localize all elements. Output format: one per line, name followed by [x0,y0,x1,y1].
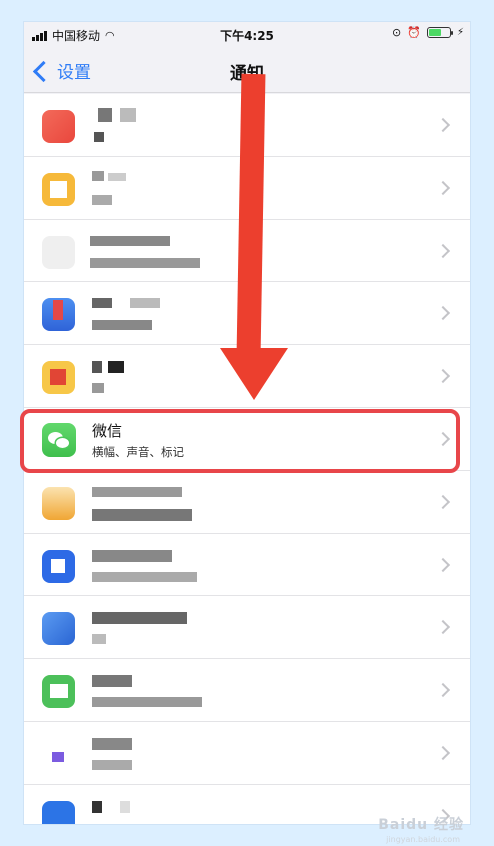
app-icon-pixelated [42,549,75,583]
chevron-right-icon [435,683,451,698]
watermark-url: jingyan.baidu.com [386,835,460,844]
pixelated-text [90,734,210,774]
pixelated-text [90,483,210,523]
app-icon-pixelated [42,800,75,824]
status-bar: 中国移动 ◠ 下午4:25 ⊙ ⏰ ⚡ [24,22,470,48]
pixelated-text [90,106,210,146]
highlight-box [20,409,460,473]
app-icon-pixelated [42,361,75,395]
screenshot-frame: 中国移动 ◠ 下午4:25 ⊙ ⏰ ⚡ 设置 通知 [0,0,494,846]
list-item[interactable] [24,596,470,660]
chevron-right-icon [435,745,451,761]
orientation-lock-icon: ⊙ [392,26,402,39]
app-icon-pixelated [42,235,75,269]
app-icon-pixelated [42,172,75,206]
pixelated-text [90,546,210,586]
chevron-right-icon [435,180,451,195]
alarm-icon: ⏰ [407,26,421,39]
pixelated-text [90,232,210,272]
pixelated-text [90,797,210,824]
chevron-right-icon [435,494,451,509]
chevron-right-icon [435,557,451,572]
battery-icon [426,27,453,38]
app-icon-pixelated [42,486,75,520]
charging-icon: ⚡ [456,27,464,38]
app-icon-pixelated [42,737,75,771]
pixelated-text [90,608,210,648]
list-item[interactable] [24,722,470,785]
app-icon-pixelated [42,675,75,709]
app-icon-pixelated [42,612,75,646]
pixelated-text [90,294,210,334]
chevron-right-icon [435,306,451,321]
annotation-arrow-head [220,348,288,400]
list-item[interactable] [24,471,470,534]
chevron-right-icon [435,117,451,133]
pixelated-text [90,169,210,209]
chevron-right-icon [435,243,451,258]
watermark: Baidu 经验 [378,817,464,833]
list-item[interactable] [24,534,470,597]
chevron-right-icon [435,620,451,635]
pixelated-text [90,671,210,711]
chevron-right-icon [435,369,451,384]
app-icon-pixelated [42,110,75,143]
annotation-arrow-shaft [236,73,266,357]
list-item[interactable] [24,659,470,722]
pixelated-text [90,357,210,397]
status-right: ⊙ ⏰ ⚡ [392,26,464,39]
app-icon-pixelated [42,298,75,332]
